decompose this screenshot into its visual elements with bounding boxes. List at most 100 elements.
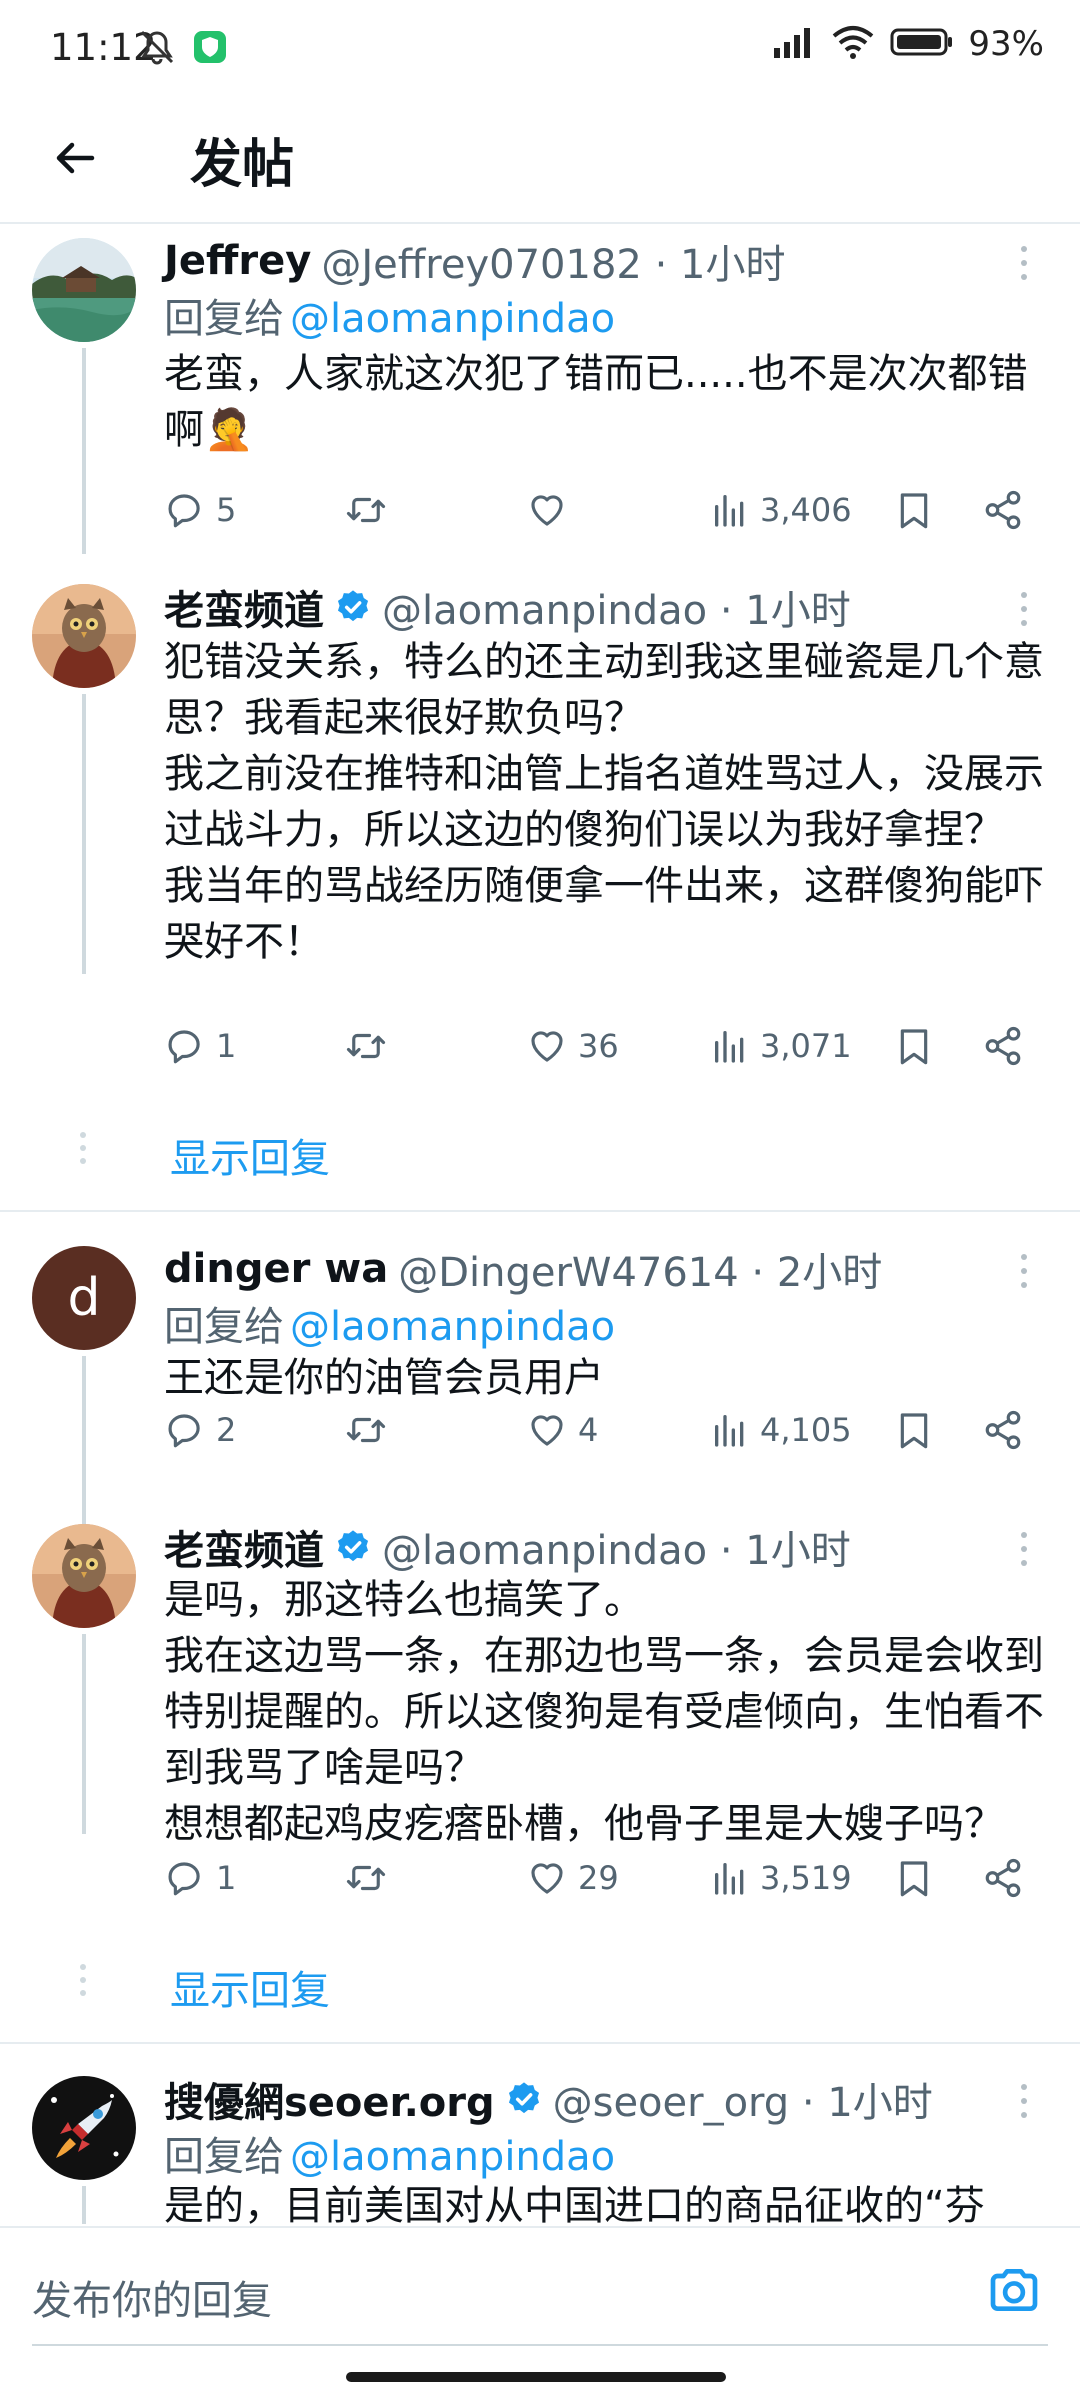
author-meta: @DingerW47614 · 2小时 bbox=[398, 1250, 883, 1296]
reply-button[interactable]: 5 bbox=[164, 480, 236, 540]
views-bar-icon bbox=[715, 495, 744, 527]
tweet-text: 是的，目前美国对从中国进口的商品征收的“芬 bbox=[164, 2183, 985, 2224]
share-button[interactable] bbox=[982, 1400, 1024, 1460]
like-button[interactable]: 4 bbox=[526, 1400, 598, 1460]
battery-level: 93% bbox=[968, 24, 1044, 64]
repost-icon bbox=[346, 497, 386, 523]
repost-button[interactable] bbox=[344, 1400, 388, 1460]
landscape-avatar[interactable] bbox=[32, 238, 136, 342]
author-meta: @laomanpindao · 1小时 bbox=[382, 588, 851, 634]
wifi-icon bbox=[830, 24, 876, 64]
home-indicator[interactable] bbox=[346, 2372, 726, 2382]
like-button[interactable] bbox=[526, 480, 578, 540]
views-button[interactable]: 3,519 bbox=[710, 1848, 852, 1908]
heart-icon bbox=[531, 1415, 563, 1446]
reply-to-handle[interactable]: @laomanpindao bbox=[290, 2134, 615, 2180]
author-name[interactable]: dinger wa bbox=[164, 1246, 388, 1292]
reply-icon bbox=[168, 1414, 200, 1448]
back-button[interactable] bbox=[44, 126, 108, 190]
bookmark-icon bbox=[900, 493, 928, 529]
reply-to-label: 回复给 bbox=[164, 296, 284, 342]
author-meta: @Jeffrey070182 · 1小时 bbox=[321, 242, 786, 288]
share-icon bbox=[985, 1410, 1021, 1450]
bookmark-button[interactable] bbox=[894, 480, 934, 540]
view-count: 3,519 bbox=[760, 1859, 852, 1897]
view-count: 4,105 bbox=[760, 1411, 852, 1449]
like-button[interactable]: 29 bbox=[526, 1848, 619, 1908]
tweet-actions: 2 4 4,105 bbox=[164, 1400, 1044, 1460]
reply-to-handle[interactable]: @laomanpindao bbox=[290, 296, 615, 342]
tweet-actions: 1 29 3,519 bbox=[164, 1848, 1044, 1908]
share-button[interactable] bbox=[982, 1016, 1024, 1076]
reply-count: 5 bbox=[216, 491, 237, 529]
views-button[interactable]: 3,406 bbox=[710, 480, 852, 540]
share-icon bbox=[985, 1026, 1021, 1066]
more-options-button[interactable] bbox=[1004, 584, 1044, 634]
show-replies-link[interactable]: 显示回复 bbox=[170, 1958, 330, 2016]
signal-icon bbox=[772, 24, 816, 64]
like-button[interactable]: 36 bbox=[526, 1016, 619, 1076]
reply-input[interactable]: 发布你的回复 bbox=[32, 2268, 272, 2326]
tweet-item[interactable]: Jeffrey @Jeffrey070182 · 1小时 回复给 @laomanp… bbox=[0, 224, 1080, 554]
author-name[interactable]: 老蛮频道 bbox=[164, 578, 324, 636]
tweet-item[interactable]: 老蛮频道 @laomanpindao · 1小时 犯错没关系，特么的还主动到我这… bbox=[0, 574, 1080, 1044]
repost-button[interactable] bbox=[344, 1848, 388, 1908]
repost-button[interactable] bbox=[344, 480, 388, 540]
bookmark-icon bbox=[900, 1029, 928, 1065]
shield-app-icon bbox=[192, 29, 228, 69]
reply-button[interactable]: 1 bbox=[164, 1016, 236, 1076]
share-icon bbox=[985, 490, 1021, 530]
reply-count: 1 bbox=[216, 1859, 237, 1897]
more-options-button[interactable] bbox=[1004, 1246, 1044, 1296]
tweet-actions: 1 36 3,071 bbox=[164, 1016, 1044, 1076]
reply-button[interactable]: 2 bbox=[164, 1400, 236, 1460]
bookmark-button[interactable] bbox=[894, 1400, 934, 1460]
share-button[interactable] bbox=[982, 480, 1024, 540]
tweet-actions: 5 3,406 bbox=[164, 480, 1044, 540]
reply-to-handle[interactable]: @laomanpindao bbox=[290, 1304, 615, 1350]
views-button[interactable]: 4,105 bbox=[710, 1400, 852, 1460]
tweet-item[interactable]: 搜優網seoer.org @seoer_org · 1小时 回复给 @laoman… bbox=[0, 2066, 1080, 2224]
share-button[interactable] bbox=[982, 1848, 1024, 1908]
show-replies-link[interactable]: 显示回复 bbox=[170, 1126, 330, 1184]
owl-avatar[interactable] bbox=[32, 1524, 136, 1628]
author-name[interactable]: Jeffrey bbox=[164, 238, 311, 284]
reply-button[interactable]: 1 bbox=[164, 1848, 236, 1908]
bookmark-icon bbox=[900, 1413, 928, 1449]
tweet-text: 老蛮，人家就这次犯了错而已.....也不是次次都错啊🤦 bbox=[164, 351, 1028, 453]
camera-button[interactable] bbox=[978, 2254, 1050, 2326]
more-options-button[interactable] bbox=[1004, 1524, 1044, 1574]
battery-icon bbox=[890, 26, 954, 62]
verified-badge-icon bbox=[334, 588, 372, 626]
heart-icon bbox=[531, 1863, 563, 1894]
heart-icon bbox=[531, 495, 563, 526]
more-options-button[interactable] bbox=[1004, 2076, 1044, 2126]
owl-avatar[interactable] bbox=[32, 584, 136, 688]
bookmark-button[interactable] bbox=[894, 1016, 934, 1076]
app-bar: 发帖 bbox=[0, 100, 1080, 224]
reply-to-label: 回复给 bbox=[164, 1304, 284, 1350]
view-count: 3,071 bbox=[760, 1027, 852, 1065]
letter-avatar[interactable]: d bbox=[32, 1246, 136, 1350]
reply-icon bbox=[168, 1862, 200, 1896]
tweet-text: 王还是你的油管会员用户 bbox=[164, 1355, 604, 1401]
more-options-button[interactable] bbox=[1004, 238, 1044, 288]
tweet-text: 犯错没关系，特么的还主动到我这里碰瓷是几个意思？我看起来很好欺负吗？ 我之前没在… bbox=[164, 639, 1044, 965]
author-name[interactable]: 搜優網seoer.org bbox=[164, 2070, 495, 2128]
rocket-avatar[interactable] bbox=[32, 2076, 136, 2180]
author-name[interactable]: 老蛮频道 bbox=[164, 1518, 324, 1576]
bookmark-icon bbox=[900, 1861, 928, 1897]
repost-button[interactable] bbox=[344, 1016, 388, 1076]
reply-count: 2 bbox=[216, 1411, 237, 1449]
repost-icon bbox=[346, 1417, 386, 1443]
status-bar: 11:12 93% bbox=[0, 0, 1080, 100]
repost-icon bbox=[346, 1033, 386, 1059]
views-button[interactable]: 3,071 bbox=[710, 1016, 852, 1076]
reply-to-label: 回复给 bbox=[164, 2134, 284, 2180]
author-meta: @seoer_org · 1小时 bbox=[552, 2080, 933, 2126]
avatar-letter: d bbox=[67, 1268, 101, 1328]
reply-timeline[interactable]: Jeffrey @Jeffrey070182 · 1小时 回复给 @laomanp… bbox=[0, 224, 1080, 2224]
bookmark-button[interactable] bbox=[894, 1848, 934, 1908]
tweet-text: 是吗，那这特么也搞笑了。 我在这边骂一条，在那边也骂一条，会员是会收到特别提醒的… bbox=[164, 1577, 1044, 1847]
reply-compose-bar: 发布你的回复 bbox=[0, 2226, 1080, 2348]
